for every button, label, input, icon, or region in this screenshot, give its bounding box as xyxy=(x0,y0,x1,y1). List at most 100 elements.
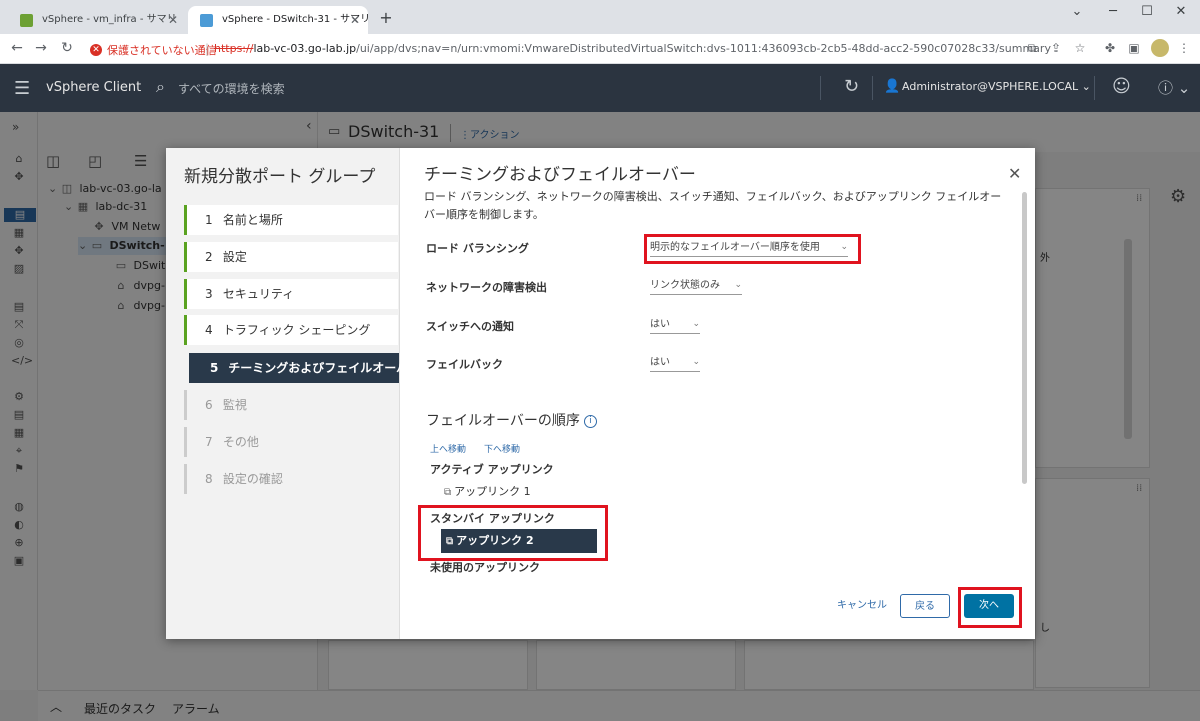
extensions-icon[interactable]: ✤ xyxy=(1102,41,1118,55)
address-bar: ← → ↻ ✕ 保護されていない通信 | https://lab-vc-03.g… xyxy=(0,34,1200,64)
next-button[interactable]: 次へ xyxy=(964,594,1014,618)
refresh-icon[interactable]: ↻ xyxy=(844,76,859,97)
menu-icon[interactable]: ☰ xyxy=(14,78,30,99)
failback-label: フェイルバック xyxy=(426,358,503,371)
step-label: チーミングおよびフェイルオーバー xyxy=(228,361,421,375)
select-value: 明示的なフェイルオーバー順序を使用 xyxy=(650,242,820,253)
browser-tab-bar: vSphere - vm_infra - サマリ ✕ vSphere - DSw… xyxy=(0,0,1200,34)
step-number: 8 xyxy=(205,472,213,486)
search-input[interactable]: すべての環境を検索 xyxy=(178,80,285,97)
chevron-down-icon[interactable]: ⌄ xyxy=(1062,4,1092,19)
uplink-label: アップリンク 1 xyxy=(454,485,531,498)
failure-detection-select[interactable]: リンク状態のみ ⌄ xyxy=(650,279,742,295)
uplink-icon: ⧉ xyxy=(444,487,452,498)
header-divider xyxy=(1094,76,1095,100)
notify-switches-select[interactable]: はい ⌄ xyxy=(650,318,700,334)
step-label: セキュリティ xyxy=(222,287,295,301)
more-menu-icon[interactable]: ⋮ xyxy=(1176,41,1192,55)
move-down-button[interactable]: 下へ移動 xyxy=(484,442,520,455)
avatar[interactable] xyxy=(1151,39,1169,57)
scrollbar[interactable] xyxy=(1022,192,1027,484)
wizard-step-5[interactable]: 5 チーミングおよびフェイルオーバー xyxy=(189,353,420,383)
step-number: 4 xyxy=(205,323,213,337)
step-label: その他 xyxy=(222,435,259,449)
url-path: /ui/app/dvs;nav=n/urn:vmomi:VmwareDistri… xyxy=(356,42,1051,55)
wizard-step-6: 6 監視 xyxy=(184,390,398,420)
wizard-content-panel: チーミングおよびフェイルオーバー ✕ ロード バランシング、ネットワークの障害検… xyxy=(400,148,1035,639)
forward-arrow-icon[interactable]: → xyxy=(32,40,50,56)
wizard-step-3[interactable]: 3 セキュリティ xyxy=(184,279,398,309)
list-item[interactable]: ⧉ アップリンク 2 xyxy=(441,529,597,553)
wizard-step-4[interactable]: 4 トラフィック シェーピング xyxy=(184,315,398,345)
wizard-step-8: 8 設定の確認 xyxy=(184,464,398,494)
section-label: フェイルオーバーの順序 xyxy=(426,413,580,429)
app-title: vSphere Client xyxy=(46,80,142,95)
security-status[interactable]: 保護されていない通信 xyxy=(107,42,217,58)
failback-select[interactable]: はい ⌄ xyxy=(650,356,700,372)
share-icon[interactable]: ⇪ xyxy=(1048,41,1064,55)
uplink-label: アップリンク 2 xyxy=(456,534,534,547)
step-label: トラフィック シェーピング xyxy=(222,323,371,337)
user-menu[interactable]: Administrator@VSPHERE.LOCAL ⌄ xyxy=(902,80,1091,93)
content-title: チーミングおよびフェイルオーバー xyxy=(424,165,696,185)
back-arrow-icon[interactable]: ← xyxy=(8,40,26,56)
vsphere-header: ☰ vSphere Client ⌕ すべての環境を検索 ↻ 👤 Adminis… xyxy=(0,64,1200,112)
help-icon[interactable]: ⓘ ⌄ xyxy=(1158,77,1190,98)
window-close-icon[interactable]: ✕ xyxy=(1166,4,1196,19)
bookmark-star-icon[interactable]: ☆ xyxy=(1072,41,1088,55)
move-up-button[interactable]: 上へ移動 xyxy=(430,442,466,455)
reload-icon[interactable]: ↻ xyxy=(58,40,76,56)
load-balancing-label: ロード バランシング xyxy=(426,242,529,255)
not-secure-icon[interactable]: ✕ xyxy=(90,44,102,56)
vsphere-favicon-icon xyxy=(20,14,33,27)
wizard-step-2[interactable]: 2 設定 xyxy=(184,242,398,272)
maximize-icon[interactable]: ☐ xyxy=(1132,4,1162,19)
step-number: 6 xyxy=(205,398,213,412)
content-description: ロード バランシング、ネットワークの障害検出、スイッチ通知、フェイルバック、およ… xyxy=(424,190,1002,221)
url-host: lab-vc-03.go-lab.jp xyxy=(253,42,357,55)
back-button[interactable]: 戻る xyxy=(900,594,950,618)
step-number: 2 xyxy=(205,250,213,264)
tab-title: vSphere - DSwitch-31 - サマリ xyxy=(222,14,368,25)
select-value: はい xyxy=(650,319,670,330)
wizard-steps-panel: 新規分散ポート グループ 1 名前と場所 2 設定 3 セキュリティ 4 トラフ… xyxy=(166,148,420,639)
tab-title: vSphere - vm_infra - サマリ xyxy=(42,14,177,25)
address-divider: | xyxy=(205,42,210,56)
vsphere-favicon-icon xyxy=(200,14,213,27)
url-scheme: https:// xyxy=(214,42,254,55)
select-value: リンク状態のみ xyxy=(650,280,720,291)
user-name: Administrator@VSPHERE.LOCAL xyxy=(902,80,1079,93)
step-label: 監視 xyxy=(222,398,247,412)
wizard-step-1[interactable]: 1 名前と場所 xyxy=(184,205,398,235)
step-label: 設定の確認 xyxy=(222,472,283,486)
wizard-step-7: 7 その他 xyxy=(184,427,398,457)
select-value: はい xyxy=(650,357,670,368)
notify-switches-label: スイッチへの通知 xyxy=(426,320,514,333)
browser-tab-dswitch[interactable]: vSphere - DSwitch-31 - サマリ ✕ xyxy=(188,6,368,34)
browser-tab-vm-infra[interactable]: vSphere - vm_infra - サマリ ✕ xyxy=(8,6,186,34)
step-number: 1 xyxy=(205,213,213,227)
user-icon: 👤 xyxy=(884,79,901,94)
active-uplinks-label: アクティブ アップリンク xyxy=(430,463,554,476)
close-icon[interactable]: ✕ xyxy=(168,6,178,34)
translate-icon[interactable]: ⧉ xyxy=(1024,41,1040,56)
feedback-smiley-icon[interactable]: ☺ xyxy=(1112,76,1131,97)
failover-order-title: フェイルオーバーの順序 i xyxy=(426,410,597,430)
info-icon[interactable]: i xyxy=(583,414,597,428)
url-input[interactable]: https://lab-vc-03.go-lab.jp/ui/app/dvs;n… xyxy=(214,42,1051,55)
chevron-down-icon: ⌄ xyxy=(734,280,742,290)
search-icon: ⌕ xyxy=(156,77,165,96)
wizard-title: 新規分散ポート グループ xyxy=(184,167,376,187)
close-icon[interactable]: ✕ xyxy=(1008,164,1021,183)
chevron-down-icon: ⌄ xyxy=(692,319,700,329)
minimize-icon[interactable]: ─ xyxy=(1098,4,1128,19)
cancel-button[interactable]: キャンセル xyxy=(832,594,892,618)
load-balancing-select[interactable]: 明示的なフェイルオーバー順序を使用 ⌄ xyxy=(650,241,848,257)
list-item[interactable]: ⧉ アップリンク 1 xyxy=(444,483,531,501)
step-label: 設定 xyxy=(222,250,247,264)
failure-detection-label: ネットワークの障害検出 xyxy=(426,281,547,294)
close-icon[interactable]: ✕ xyxy=(350,6,360,34)
side-panel-icon[interactable]: ▣ xyxy=(1126,41,1142,55)
new-tab-button[interactable]: + xyxy=(376,8,396,27)
step-number: 3 xyxy=(205,287,213,301)
